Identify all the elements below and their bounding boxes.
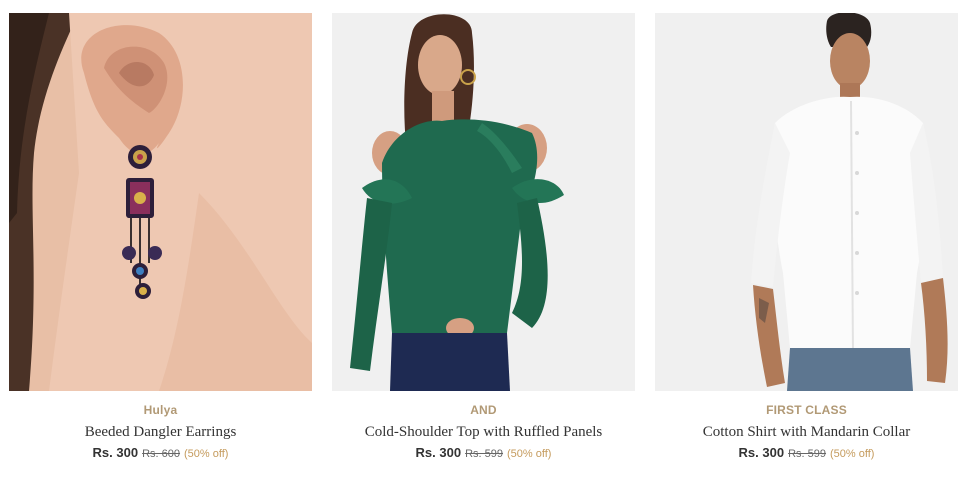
earring-photo xyxy=(9,13,312,391)
white-shirt-photo xyxy=(655,13,958,391)
price-row: Rs. 300 Rs. 599 (50% off) xyxy=(416,445,552,462)
product-card-top[interactable]: AND Cold-Shoulder Top with Ruffled Panel… xyxy=(332,13,635,473)
sale-price: Rs. 300 xyxy=(415,445,462,460)
brand-name: Hulya xyxy=(143,403,178,417)
green-top-photo xyxy=(332,13,635,391)
product-title[interactable]: Beeded Dangler Earrings xyxy=(85,423,237,441)
product-title[interactable]: Cotton Shirt with Mandarin Collar xyxy=(703,423,911,441)
product-image[interactable] xyxy=(332,13,635,391)
discount-label: (50% off) xyxy=(507,448,552,460)
price-row: Rs. 300 Rs. 599 (50% off) xyxy=(739,445,875,462)
sale-price: Rs. 300 xyxy=(92,445,139,460)
brand-name: AND xyxy=(470,403,497,417)
product-card-shirt[interactable]: FIRST CLASS Cotton Shirt with Mandarin C… xyxy=(655,13,958,473)
product-image[interactable] xyxy=(655,13,958,391)
discount-label: (50% off) xyxy=(830,448,875,460)
brand-name: FIRST CLASS xyxy=(766,403,847,417)
price-row: Rs. 300 Rs. 600 (50% off) xyxy=(93,445,229,462)
product-title[interactable]: Cold-Shoulder Top with Ruffled Panels xyxy=(365,423,603,441)
discount-label: (50% off) xyxy=(184,448,229,460)
product-image[interactable] xyxy=(9,13,312,391)
original-price: Rs. 599 xyxy=(465,448,504,460)
product-grid: Hulya Beeded Dangler Earrings Rs. 300 Rs… xyxy=(9,13,958,473)
sale-price: Rs. 300 xyxy=(738,445,785,460)
original-price: Rs. 599 xyxy=(788,448,827,460)
original-price: Rs. 600 xyxy=(142,448,181,460)
product-card-earrings[interactable]: Hulya Beeded Dangler Earrings Rs. 300 Rs… xyxy=(9,13,312,473)
